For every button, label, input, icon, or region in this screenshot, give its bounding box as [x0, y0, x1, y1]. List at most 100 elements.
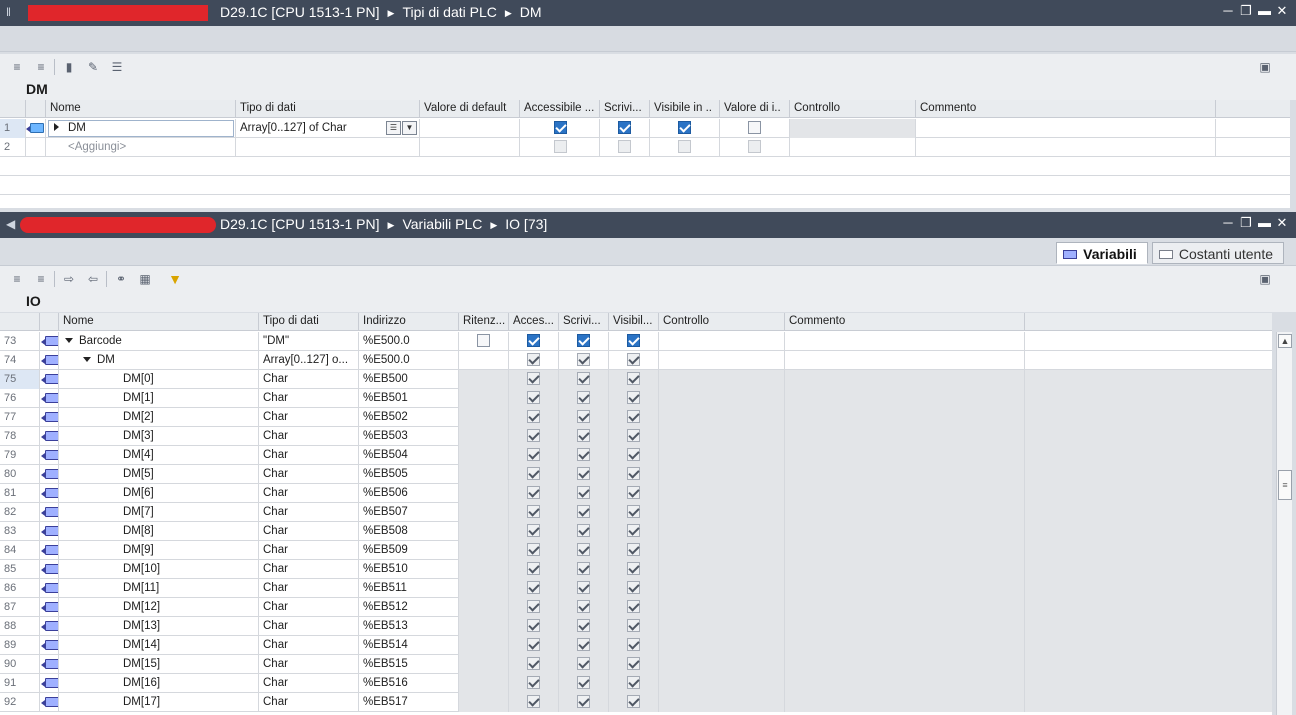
col-header[interactable]: Visibile in ..	[650, 100, 720, 118]
col-header[interactable]: Scrivi...	[600, 100, 650, 118]
table-row[interactable]: 92 DM[17] Char %EB517	[0, 693, 1272, 712]
setpoint-checkbox[interactable]	[748, 121, 761, 134]
address-cell[interactable]: %EB501	[359, 389, 459, 408]
comment-cell[interactable]	[916, 119, 1216, 138]
name-cell[interactable]: DM	[59, 351, 259, 370]
comment-cell[interactable]	[785, 389, 1025, 408]
comment-cell[interactable]	[785, 674, 1025, 693]
table-row[interactable]: 73 Barcode "DM" %E500.0	[0, 332, 1272, 351]
type-cell[interactable]: Char	[259, 636, 359, 655]
accessible-checkbox[interactable]	[554, 121, 567, 134]
comment-cell[interactable]	[785, 446, 1025, 465]
control-cell[interactable]	[659, 408, 785, 427]
name-cell[interactable]: DM[5]	[59, 465, 259, 484]
panel-settings-icon[interactable]: ▣	[1256, 271, 1274, 287]
maximize-icon[interactable]: ▬	[1258, 4, 1271, 18]
address-cell[interactable]: %EB504	[359, 446, 459, 465]
breadcrumb-item[interactable]: IO [73]	[505, 216, 547, 232]
default-value-cell[interactable]	[420, 138, 520, 157]
comment-cell[interactable]	[785, 522, 1025, 541]
restore-icon[interactable]: ❐	[1240, 4, 1252, 18]
comment-cell[interactable]	[785, 693, 1025, 712]
address-cell[interactable]: %E500.0	[359, 332, 459, 351]
col-header[interactable]: Tipo di dati	[236, 100, 420, 118]
table-row[interactable]: 78 DM[3] Char %EB503	[0, 427, 1272, 446]
col-header[interactable]: Visibil...	[609, 313, 659, 331]
monitor-icon[interactable]: ⚭	[112, 271, 130, 287]
type-cell[interactable]: Char	[259, 655, 359, 674]
address-cell[interactable]: %EB507	[359, 503, 459, 522]
control-cell[interactable]	[659, 389, 785, 408]
minimize-icon[interactable]: ─	[1222, 216, 1234, 230]
control-cell[interactable]	[659, 541, 785, 560]
tab-costanti-utente[interactable]: Costanti utente	[1151, 242, 1284, 264]
control-cell[interactable]	[659, 465, 785, 484]
scroll-thumb[interactable]: ≡	[1278, 470, 1292, 500]
scroll-up-icon[interactable]: ▲	[1278, 334, 1292, 348]
visible-checkbox[interactable]	[678, 121, 691, 134]
breadcrumb-item[interactable]: Variabili PLC	[402, 216, 482, 232]
comment-cell[interactable]	[785, 598, 1025, 617]
col-header[interactable]: Scrivi...	[559, 313, 609, 331]
type-cell[interactable]: Array[0..127] o...	[259, 351, 359, 370]
panel-settings-icon[interactable]: ▣	[1256, 59, 1274, 75]
add-row-placeholder[interactable]: <Aggiungi>	[46, 138, 236, 157]
address-cell[interactable]: %EB517	[359, 693, 459, 712]
name-cell[interactable]: DM[16]	[59, 674, 259, 693]
address-cell[interactable]: %EB508	[359, 522, 459, 541]
control-cell[interactable]	[659, 579, 785, 598]
col-header[interactable]: Indirizzo	[359, 313, 459, 331]
name-cell[interactable]: Barcode	[59, 332, 259, 351]
collapse-icon[interactable]: ◀	[6, 217, 18, 231]
type-cell[interactable]: Char	[259, 693, 359, 712]
address-cell[interactable]: %EB503	[359, 427, 459, 446]
col-header[interactable]: Valore di default	[420, 100, 520, 118]
control-cell[interactable]	[659, 655, 785, 674]
address-cell[interactable]: %EB510	[359, 560, 459, 579]
type-cell[interactable]: Char	[259, 427, 359, 446]
name-cell[interactable]: DM[7]	[59, 503, 259, 522]
address-cell[interactable]: %EB506	[359, 484, 459, 503]
minimize-icon[interactable]: ─	[1222, 4, 1234, 18]
comment-cell[interactable]	[785, 503, 1025, 522]
address-cell[interactable]: %EB511	[359, 579, 459, 598]
col-header[interactable]: Nome	[59, 313, 259, 331]
comment-cell[interactable]	[785, 427, 1025, 446]
accessible-checkbox[interactable]	[527, 334, 540, 347]
default-value-cell[interactable]	[420, 119, 520, 138]
expand-icon[interactable]	[54, 122, 67, 134]
type-cell[interactable]: Char	[259, 370, 359, 389]
address-cell[interactable]: %EB516	[359, 674, 459, 693]
table-row[interactable]: 90 DM[15] Char %EB515	[0, 655, 1272, 674]
close-icon[interactable]: ✕	[1276, 216, 1288, 230]
type-cell[interactable]: Char	[259, 522, 359, 541]
add-row-icon[interactable]: ≡	[32, 59, 50, 75]
control-cell[interactable]	[659, 617, 785, 636]
name-cell[interactable]: DM[13]	[59, 617, 259, 636]
name-cell[interactable]: DM[8]	[59, 522, 259, 541]
table-row[interactable]: 91 DM[16] Char %EB516	[0, 674, 1272, 693]
control-cell[interactable]	[659, 560, 785, 579]
compare-icon[interactable]: ▦	[136, 271, 154, 287]
type-cell[interactable]	[236, 138, 420, 157]
retain-checkbox[interactable]	[477, 334, 490, 347]
table-row[interactable]: 74 DM Array[0..127] o... %E500.0	[0, 351, 1272, 370]
monitor-icon[interactable]: ▮	[60, 59, 78, 75]
name-cell[interactable]: DM[4]	[59, 446, 259, 465]
breadcrumb-item[interactable]: D29.1C [CPU 1513-1 PN]	[220, 216, 380, 232]
address-cell[interactable]: %E500.0	[359, 351, 459, 370]
type-cell[interactable]: Char	[259, 560, 359, 579]
table-row[interactable]: 86 DM[11] Char %EB511	[0, 579, 1272, 598]
breadcrumb-item[interactable]: DM	[520, 4, 542, 20]
comment-cell[interactable]	[785, 332, 1025, 351]
control-cell[interactable]	[659, 484, 785, 503]
col-header[interactable]: Acces...	[509, 313, 559, 331]
import-icon[interactable]: ⇦	[84, 271, 102, 287]
control-cell[interactable]	[659, 332, 785, 351]
name-cell[interactable]: DM[15]	[59, 655, 259, 674]
dropdown-icon[interactable]: ▼	[402, 121, 417, 135]
edit-icon[interactable]: ✎	[84, 59, 102, 75]
col-header[interactable]: Valore di i..	[720, 100, 790, 118]
breadcrumb-item[interactable]: Tipi di dati PLC	[402, 4, 496, 20]
col-header[interactable]: Ritenz...	[459, 313, 509, 331]
